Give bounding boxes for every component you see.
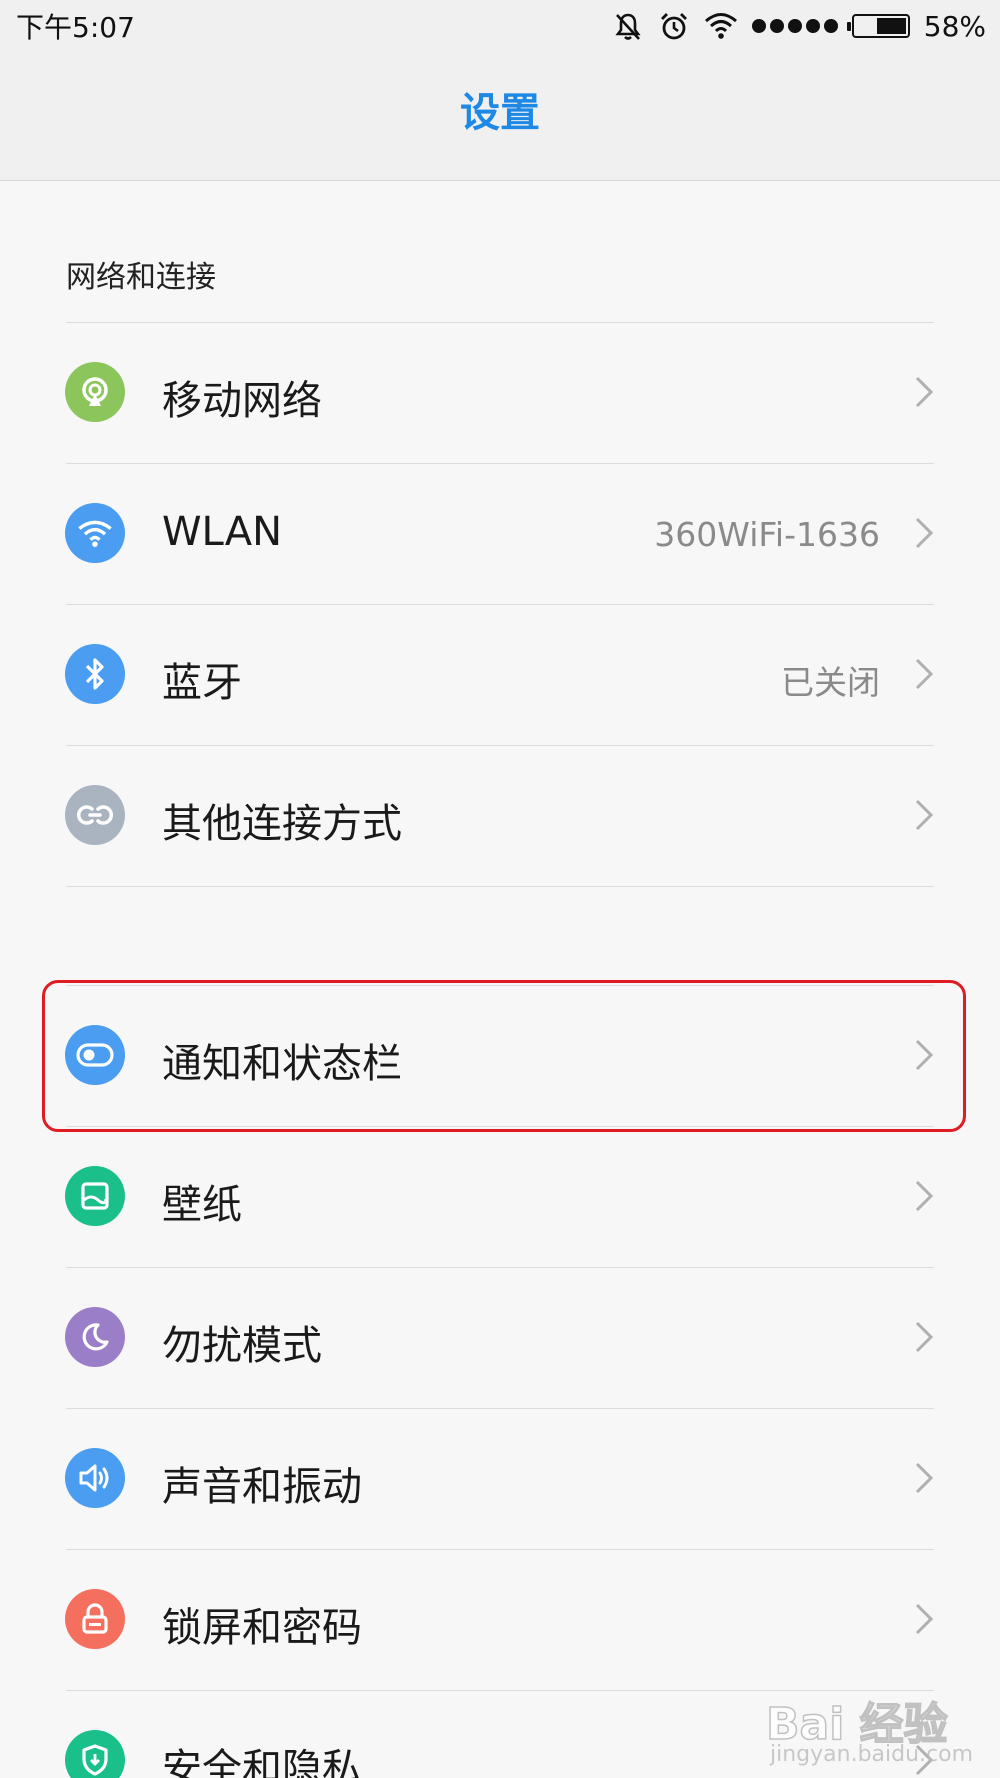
speaker-icon	[65, 1448, 125, 1508]
chevron-right-icon	[915, 1603, 934, 1635]
settings-item-value: 已关闭	[781, 663, 880, 702]
settings-item-other-connections[interactable]: 其他连接方式	[0, 745, 1000, 885]
chevron-right-icon	[915, 799, 934, 831]
settings-item-label: 锁屏和密码	[162, 1605, 362, 1651]
settings-item-wlan[interactable]: WLAN 360WiFi-1636	[0, 463, 1000, 603]
status-bar: 下午5:07 58%	[0, 0, 1000, 50]
chevron-right-icon	[915, 1321, 934, 1353]
wallpaper-icon	[65, 1166, 125, 1226]
battery-percent: 58%	[923, 9, 986, 43]
status-time: 下午5:07	[16, 11, 135, 44]
settings-item-label: 安全和隐私	[162, 1746, 362, 1778]
chevron-right-icon	[915, 658, 934, 690]
settings-item-wallpaper[interactable]: 壁纸	[0, 1126, 1000, 1266]
chevron-right-icon	[915, 517, 934, 549]
section-header-network: 网络和连接	[66, 260, 216, 295]
moon-icon	[65, 1307, 125, 1367]
settings-item-label: WLAN	[162, 509, 283, 555]
settings-item-value: 360WiFi-1636	[654, 515, 880, 554]
settings-item-label: 勿扰模式	[162, 1323, 322, 1369]
settings-item-mobile-network[interactable]: 移动网络	[0, 322, 1000, 462]
chevron-right-icon	[915, 1462, 934, 1494]
lock-icon	[65, 1589, 125, 1649]
title-bar: 设置	[0, 50, 1000, 181]
watermark-site: jingyan.baidu.com	[770, 1742, 974, 1767]
chevron-right-icon	[915, 1180, 934, 1212]
settings-item-label: 声音和振动	[162, 1464, 362, 1510]
wifi-icon	[704, 13, 737, 39]
silent-icon	[615, 13, 641, 40]
settings-item-do-not-disturb[interactable]: 勿扰模式	[0, 1267, 1000, 1407]
settings-item-label: 壁纸	[162, 1182, 242, 1228]
chevron-right-icon	[915, 376, 934, 408]
bluetooth-icon	[65, 644, 125, 704]
alarm-icon	[660, 13, 687, 40]
link-icon	[65, 785, 125, 845]
settings-item-label: 蓝牙	[162, 660, 242, 706]
shield-icon	[65, 1730, 125, 1778]
settings-item-bluetooth[interactable]: 蓝牙 已关闭	[0, 604, 1000, 744]
divider	[66, 886, 934, 887]
settings-item-sound-vibration[interactable]: 声音和振动	[0, 1408, 1000, 1548]
highlight-box	[42, 980, 966, 1132]
page-title: 设置	[460, 90, 540, 136]
settings-item-label: 其他连接方式	[162, 801, 402, 847]
battery-icon	[846, 14, 910, 38]
wifi-icon	[65, 503, 125, 563]
settings-item-label: 移动网络	[162, 378, 322, 424]
status-icons: 58%	[612, 6, 986, 46]
signal-icon	[751, 19, 838, 33]
watermark: Bai 经验 jingyan.baidu.com	[760, 1660, 1000, 1778]
mobile-network-icon	[65, 362, 125, 422]
